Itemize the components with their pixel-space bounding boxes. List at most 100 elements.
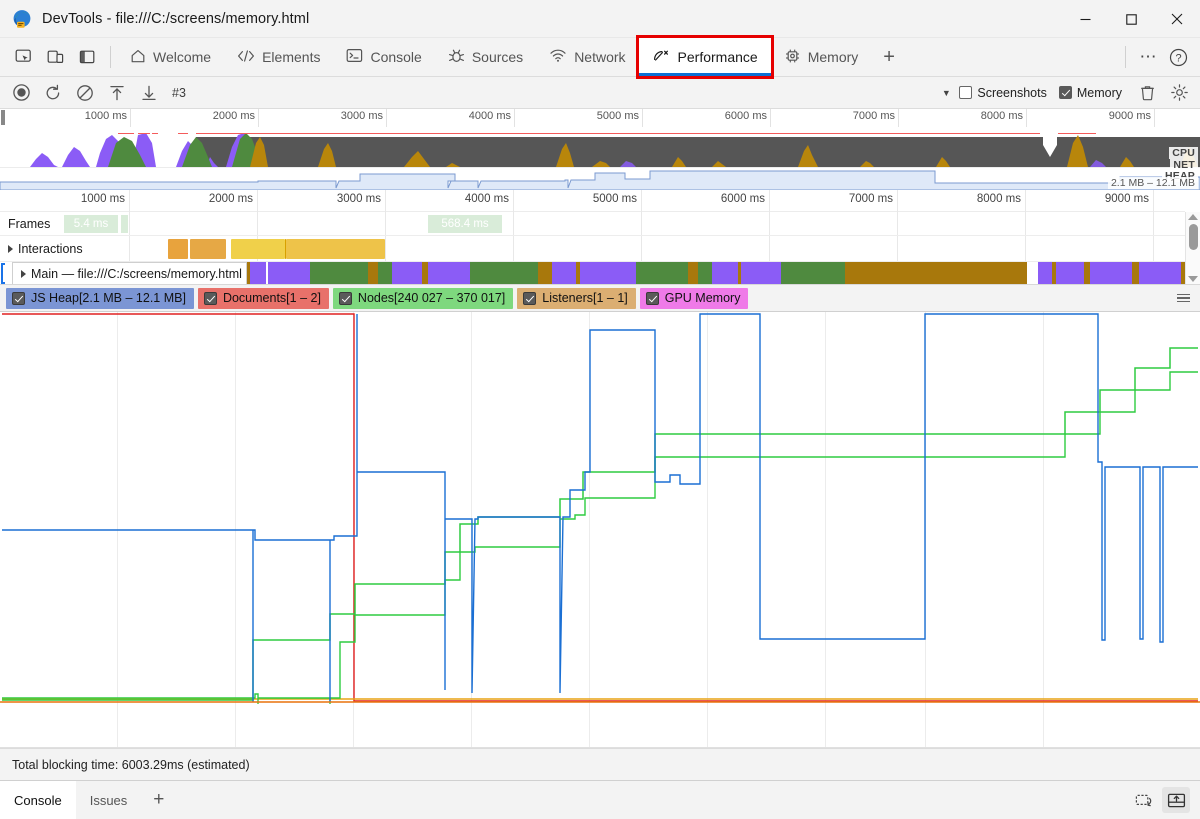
tabstrip-right-group: ⋯ ? — [1119, 38, 1200, 76]
interaction-bar[interactable] — [168, 239, 188, 259]
tab-console[interactable]: Console — [333, 38, 434, 76]
tab-memory[interactable]: Memory — [771, 38, 872, 76]
interactions-track-label[interactable]: Interactions — [0, 236, 87, 261]
overview-tick-label: 1000 ms — [84, 110, 127, 122]
tabstrip-divider — [1125, 46, 1126, 68]
legend-label: GPU Memory — [664, 291, 741, 305]
memory-counters-graph[interactable] — [0, 312, 1200, 748]
overview-tick-label: 6000 ms — [724, 110, 767, 122]
legend-chip-nodes[interactable]: Nodes[240 027 – 370 017] — [332, 287, 514, 309]
counters-line-chart[interactable] — [0, 312, 1200, 704]
drawer-add-tab-button[interactable]: + — [141, 781, 176, 819]
more-tools-icon[interactable]: ⋯ — [1134, 43, 1162, 71]
maximize-button[interactable] — [1108, 0, 1154, 38]
frame-duration-label: 568.4 ms — [441, 218, 489, 230]
interaction-bar[interactable] — [231, 239, 285, 259]
terminal-icon — [346, 48, 363, 66]
frame-block[interactable] — [119, 215, 120, 233]
toggle-sidebar-icon[interactable] — [72, 43, 102, 71]
chip-icon — [784, 48, 801, 67]
device-toolbar-icon[interactable] — [40, 43, 70, 71]
timeline-tick-label: 2000 ms — [208, 193, 253, 205]
tab-elements[interactable]: Elements — [224, 38, 333, 76]
main-label-text: Main — file:///C:/screens/memory.html — [31, 266, 242, 281]
main-track-label[interactable]: Main — file:///C:/screens/memory.html — [12, 262, 247, 284]
scroll-down-arrow-icon[interactable] — [1188, 276, 1198, 282]
timeline-tick-label: 1000 ms — [80, 193, 125, 205]
memory-checkbox-box[interactable] — [1058, 86, 1072, 99]
drawer-tab-issues[interactable]: Issues — [76, 781, 142, 819]
add-panel-button[interactable]: + — [871, 38, 907, 76]
overview-tick-label: 5000 ms — [596, 110, 639, 122]
legend-checkbox[interactable] — [338, 291, 352, 305]
dock-to-bottom-icon[interactable] — [1162, 787, 1190, 813]
expand-triangle-icon[interactable] — [8, 244, 13, 253]
help-icon[interactable]: ? — [1164, 43, 1192, 71]
inspect-element-icon[interactable] — [8, 43, 38, 71]
bug-icon — [448, 48, 465, 67]
memory-label: Memory — [1076, 85, 1122, 100]
counters-menu-icon[interactable] — [1177, 293, 1200, 303]
close-button[interactable] — [1154, 0, 1200, 38]
frame-block[interactable] — [121, 215, 129, 233]
download-arrow-icon[interactable] — [134, 80, 164, 106]
interaction-bar[interactable] — [190, 239, 226, 259]
tab-label: Memory — [807, 49, 859, 65]
legend-label: Nodes[240 027 – 370 017] — [357, 291, 506, 305]
trash-icon[interactable] — [1132, 80, 1162, 106]
interactions-track[interactable]: Interactions — [0, 236, 1185, 262]
tab-sources[interactable]: Sources — [435, 38, 536, 76]
record-circle-icon[interactable] — [6, 80, 36, 106]
legend-chip-gpu-memory[interactable]: GPU Memory — [639, 287, 749, 309]
drawer-tab-label: Console — [14, 792, 62, 808]
legend-checkbox[interactable] — [645, 291, 659, 305]
overview-tick-label: 7000 ms — [852, 110, 895, 122]
frames-track[interactable]: 5.4 ms 568.4 ms Frames — [0, 212, 1185, 236]
series-nodes-steps — [2, 347, 1198, 701]
tab-network[interactable]: Network — [536, 38, 638, 76]
legend-checkbox[interactable] — [203, 291, 217, 305]
performance-icon — [652, 48, 671, 66]
scroll-up-arrow-icon[interactable] — [1188, 214, 1198, 220]
interactions-label-text: Interactions — [18, 241, 83, 256]
legend-chip-js-heap[interactable]: JS Heap[2.1 MB – 12.1 MB] — [6, 287, 194, 309]
overview-tick-label: 3000 ms — [340, 110, 383, 122]
minimize-button[interactable] — [1062, 0, 1108, 38]
overview-tick-label: 8000 ms — [980, 110, 1023, 122]
reload-icon[interactable] — [38, 80, 68, 106]
timeline-vertical-scrollbar[interactable] — [1185, 212, 1200, 284]
screenshots-checkbox-box[interactable] — [959, 86, 973, 99]
interaction-bar[interactable] — [286, 239, 385, 259]
clear-slash-icon[interactable] — [70, 80, 100, 106]
legend-checkbox[interactable] — [523, 291, 537, 305]
frame-block-labeled[interactable]: 5.4 ms — [64, 215, 119, 233]
tab-label: Console — [370, 49, 422, 65]
expand-triangle-icon[interactable] — [21, 269, 26, 278]
legend-chip-documents[interactable]: Documents[1 – 2] — [197, 287, 329, 309]
timeline-overview[interactable]: 1000 ms 2000 ms 3000 ms 4000 ms 5000 ms … — [0, 109, 1200, 190]
main-track[interactable]: Main — file:///C:/screens/memory.html — [0, 262, 1185, 284]
scrollbar-thumb[interactable] — [1188, 224, 1198, 250]
tab-performance[interactable]: Performance — [635, 35, 774, 79]
timeline-tick-label: 3000 ms — [336, 193, 381, 205]
frames-track-label[interactable]: Frames — [0, 212, 55, 235]
cpu-badge: CPU — [1169, 147, 1198, 159]
overview-tick-label: 2000 ms — [212, 110, 255, 122]
legend-checkbox[interactable] — [12, 291, 25, 305]
screenshots-checkbox[interactable]: Screenshots — [957, 86, 1054, 100]
gear-icon[interactable] — [1164, 80, 1194, 106]
svg-text:?: ? — [1175, 52, 1181, 64]
dock-side-icon[interactable] — [1130, 787, 1158, 813]
screenshots-label: Screenshots — [977, 85, 1047, 100]
frame-block-labeled[interactable]: 568.4 ms — [428, 215, 503, 233]
drawer-right-group — [1130, 781, 1200, 819]
upload-arrow-icon[interactable] — [102, 80, 132, 106]
memory-checkbox[interactable]: Memory — [1057, 86, 1130, 100]
legend-chip-listeners[interactable]: Listeners[1 – 1] — [517, 287, 636, 309]
recording-number-label: #3 — [172, 85, 186, 100]
counters-legend: JS Heap[2.1 MB – 12.1 MB] Documents[1 – … — [0, 285, 1200, 312]
drawer-tab-console[interactable]: Console — [0, 781, 76, 819]
tab-welcome[interactable]: Welcome — [117, 38, 224, 76]
timeline-tracks: 1000 ms 2000 ms 3000 ms 4000 ms 5000 ms … — [0, 190, 1200, 285]
chevron-down-icon[interactable]: ▼ — [937, 82, 955, 104]
